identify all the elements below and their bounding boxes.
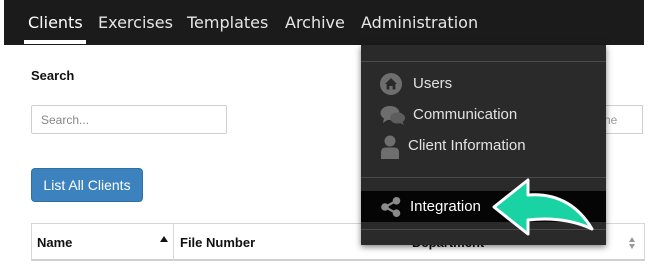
menu-item-communication-label: Communication <box>413 106 518 123</box>
nav-templates[interactable]: Templates <box>187 13 268 32</box>
sort-down-icon[interactable] <box>629 244 635 249</box>
share-icon <box>380 196 402 223</box>
filter-input-partial-text: ne <box>604 113 618 127</box>
menu-item-communication[interactable]: Communication <box>361 99 606 130</box>
nav-exercises[interactable]: Exercises <box>98 13 173 32</box>
menu-item-users-label: Users <box>413 75 453 92</box>
search-heading: Search <box>31 68 75 83</box>
nav-archive[interactable]: Archive <box>285 13 345 32</box>
person-icon <box>380 135 400 164</box>
column-header-file-number[interactable]: File Number <box>180 235 255 250</box>
chat-bubbles-icon <box>380 104 406 131</box>
sort-up-icon[interactable] <box>629 237 635 242</box>
menu-item-client-information-label: Client Information <box>408 137 526 154</box>
menu-item-integration-label: Integration <box>410 198 481 215</box>
nav-active-indicator <box>24 40 86 44</box>
dropdown-divider <box>361 61 606 62</box>
nav-clients[interactable]: Clients <box>28 13 83 32</box>
callout-arrow-icon <box>492 178 594 236</box>
menu-item-client-information[interactable]: Client Information <box>361 130 606 161</box>
menu-item-users[interactable]: Users <box>361 68 606 99</box>
list-all-clients-button[interactable]: List All Clients <box>31 168 143 202</box>
column-header-name[interactable]: Name <box>37 235 72 250</box>
search-input[interactable] <box>31 105 227 134</box>
column-divider <box>173 224 174 261</box>
sort-ascending-icon[interactable] <box>160 236 168 242</box>
nav-administration[interactable]: Administration <box>361 13 478 32</box>
home-icon <box>380 73 402 100</box>
top-navbar: Clients Exercises Templates Archive Admi… <box>4 0 644 45</box>
